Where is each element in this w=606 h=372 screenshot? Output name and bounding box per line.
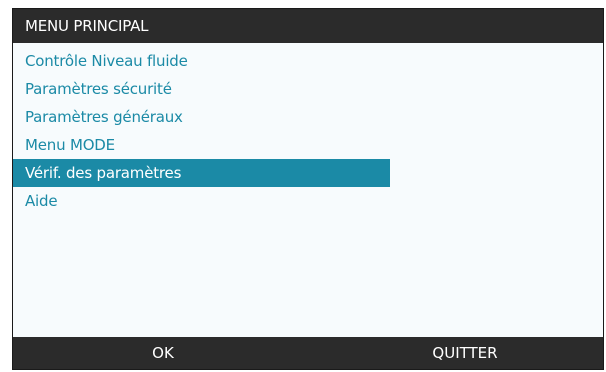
menu-title: MENU PRINCIPAL <box>13 9 603 43</box>
menu-item-general-settings[interactable]: Paramètres généraux <box>13 103 390 131</box>
softkey-bar: OK QUITTER <box>13 337 603 369</box>
device-bezel: MENU PRINCIPAL Contrôle Niveau fluide Pa… <box>0 0 606 372</box>
menu-item-mode-menu[interactable]: Menu MODE <box>13 131 390 159</box>
menu-item-check-settings[interactable]: Vérif. des paramètres <box>13 159 390 187</box>
quit-button[interactable]: QUITTER <box>390 337 540 369</box>
menu-item-safety-settings[interactable]: Paramètres sécurité <box>13 75 390 103</box>
ok-button[interactable]: OK <box>88 337 238 369</box>
menu-item-fluid-level[interactable]: Contrôle Niveau fluide <box>13 47 390 75</box>
display-screen: MENU PRINCIPAL Contrôle Niveau fluide Pa… <box>12 8 604 370</box>
menu-item-help[interactable]: Aide <box>13 187 390 215</box>
main-menu-list: Contrôle Niveau fluide Paramètres sécuri… <box>13 47 603 215</box>
